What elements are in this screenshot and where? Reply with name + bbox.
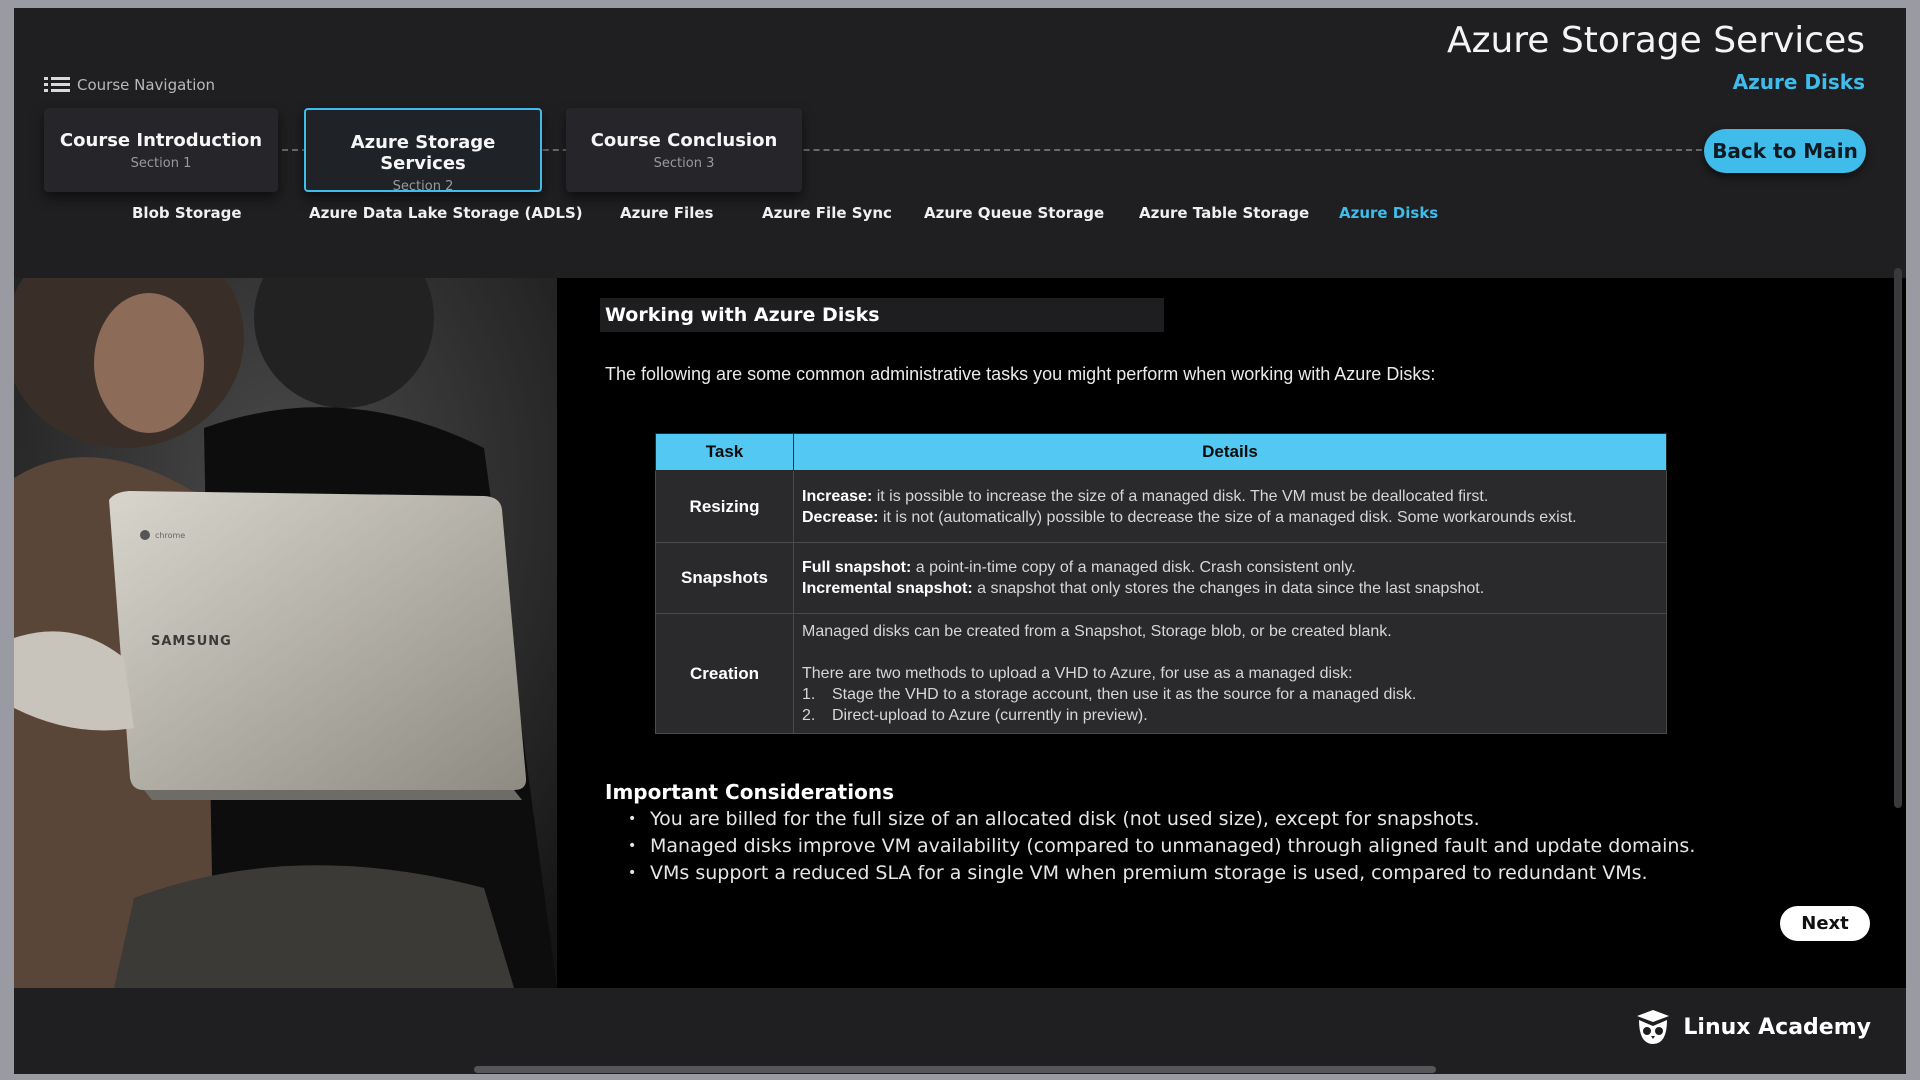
detail-paragraph: Managed disks can be created from a Snap… (802, 623, 1392, 640)
vertical-scrollbar[interactable] (1894, 268, 1902, 808)
section-card-azure-storage-services[interactable]: Azure Storage Services Section 2 (304, 108, 542, 194)
lesson-heading: Working with Azure Disks (605, 304, 880, 326)
back-to-main-button[interactable]: Back to Main (1704, 129, 1866, 173)
list-item: Managed disks improve VM availability (c… (628, 833, 1695, 860)
section-number: Section 3 (653, 156, 715, 171)
section-title: Course Conclusion (590, 130, 778, 151)
list-item: 2. Direct-upload to Azure (currently in p… (802, 705, 1658, 726)
table-header-row: Task Details (655, 433, 1667, 471)
detail-line: Increase: it is possible to increase the… (802, 486, 1658, 507)
list-number: 2. (802, 707, 816, 724)
list-item: You are billed for the full size of an a… (628, 806, 1695, 833)
table-row: Snapshots Full snapshot: a point-in-time… (655, 542, 1667, 614)
detail-paragraph: There are two methods to upload a VHD to… (802, 665, 1353, 682)
page-subtitle: Azure Disks (1732, 70, 1865, 94)
considerations-list: You are billed for the full size of an a… (628, 806, 1695, 887)
table-row: Creation Managed disks can be created fr… (655, 613, 1667, 734)
tab-blob-storage[interactable]: Blob Storage (132, 204, 242, 222)
tab-azure-data-lake-storage[interactable]: Azure Data Lake Storage (ADLS) (309, 204, 583, 222)
section-title: Course Introduction (59, 130, 263, 151)
course-navigation-toggle[interactable]: Course Navigation (44, 76, 215, 94)
detail-text: it is possible to increase the size of a… (872, 487, 1489, 505)
tab-azure-disks[interactable]: Azure Disks (1339, 204, 1438, 222)
list-icon (44, 76, 70, 94)
column-header-task: Task (655, 433, 794, 471)
next-button[interactable]: Next (1780, 906, 1870, 941)
section-card-course-conclusion[interactable]: Course Conclusion Section 3 (566, 108, 802, 192)
laptop-brand-text: SAMSUNG (151, 634, 232, 649)
people-with-laptop-image: chrome SAMSUNG (14, 278, 557, 988)
list-text: Direct-upload to Azure (currently in pre… (832, 707, 1148, 724)
brand-name: Linux Academy (1683, 1014, 1871, 1040)
list-item: 1. Stage the VHD to a storage account, th… (802, 684, 1658, 705)
topic-tabs: Blob Storage Azure Data Lake Storage (AD… (14, 204, 1906, 234)
detail-line: Full snapshot: a point-in-time copy of a… (802, 557, 1658, 578)
considerations-heading: Important Considerations (605, 780, 894, 804)
tab-azure-file-sync[interactable]: Azure File Sync (762, 204, 892, 222)
task-cell: Resizing (655, 470, 794, 543)
column-header-details: Details (793, 433, 1667, 471)
detail-text: it is not (automatically) possible to de… (878, 508, 1577, 526)
list-item: VMs support a reduced SLA for a single V… (628, 860, 1695, 887)
detail-line: Decrease: it is not (automatically) poss… (802, 507, 1658, 528)
task-cell: Snapshots (655, 542, 794, 614)
hero-photo: chrome SAMSUNG (14, 278, 557, 988)
top-bar: Azure Storage Services Azure Disks Cours… (14, 8, 1906, 278)
lesson-heading-box: Working with Azure Disks (600, 298, 1164, 332)
content-area: chrome SAMSUNG Working with Azure Disks … (14, 278, 1906, 988)
detail-label: Decrease: (802, 508, 879, 526)
lesson-intro: The following are some common administra… (605, 364, 1436, 384)
footer: Linux Academy (14, 988, 1906, 1074)
detail-label: Increase: (802, 487, 873, 505)
detail-label: Incremental snapshot: (802, 580, 973, 597)
section-title: Azure Storage Services (350, 132, 496, 174)
tab-azure-queue-storage[interactable]: Azure Queue Storage (924, 204, 1104, 222)
task-cell: Creation (655, 613, 794, 734)
brand-logo[interactable]: Linux Academy (1633, 1008, 1871, 1046)
owl-logo-icon (1637, 1010, 1670, 1044)
page-title: Azure Storage Services (1446, 20, 1865, 61)
details-cell: Full snapshot: a point-in-time copy of a… (793, 542, 1667, 614)
table-row: Resizing Increase: it is possible to inc… (655, 470, 1667, 543)
details-cell: Increase: it is possible to increase the… (793, 470, 1667, 543)
list-number: 1. (802, 686, 816, 703)
list-text: Stage the VHD to a storage account, then… (832, 686, 1417, 703)
tab-azure-files[interactable]: Azure Files (620, 204, 713, 222)
app-window: Azure Storage Services Azure Disks Cours… (14, 8, 1906, 1074)
detail-text: a snapshot that only stores the changes … (972, 580, 1485, 597)
laptop-logo-text: chrome (155, 531, 185, 540)
detail-label: Full snapshot: (802, 559, 912, 576)
section-number: Section 1 (130, 156, 192, 171)
tasks-table: Task Details Resizing Increase: it is po… (655, 433, 1667, 734)
detail-text: a point-in-time copy of a managed disk. … (911, 559, 1356, 576)
tab-azure-table-storage[interactable]: Azure Table Storage (1139, 204, 1309, 222)
details-cell: Managed disks can be created from a Snap… (793, 613, 1667, 734)
course-navigation-label: Course Navigation (77, 76, 216, 94)
section-number: Section 2 (392, 179, 454, 194)
section-card-course-introduction[interactable]: Course Introduction Section 1 (44, 108, 278, 192)
horizontal-scrollbar[interactable] (474, 1066, 1436, 1073)
lesson-panel: Working with Azure Disks The following a… (600, 278, 1900, 988)
detail-line: Incremental snapshot: a snapshot that on… (802, 578, 1658, 599)
